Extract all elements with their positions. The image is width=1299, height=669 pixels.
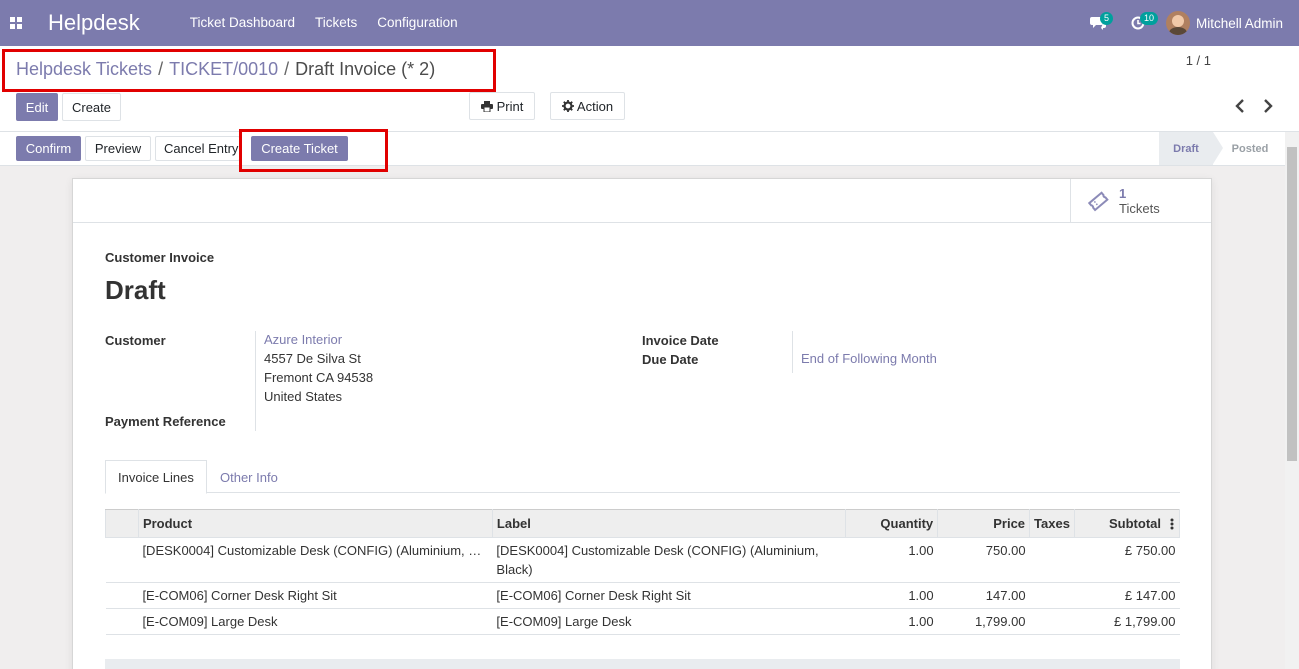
table-footer-bar	[105, 659, 1180, 669]
tickets-label: Tickets	[1119, 201, 1160, 216]
stage-posted[interactable]: Posted	[1222, 132, 1278, 165]
app-brand[interactable]: Helpdesk	[48, 10, 140, 36]
activity-count-badge: 10	[1139, 12, 1158, 25]
table-row[interactable]: [E-COM06] Corner Desk Right Sit [E-COM06…	[105, 582, 1180, 609]
customer-label: Customer	[105, 333, 166, 348]
invoice-title: Draft	[105, 275, 166, 305]
tickets-smart-button[interactable]: 1 Tickets	[1070, 179, 1211, 223]
column-price[interactable]: Price	[937, 509, 1031, 538]
stage-draft[interactable]: Draft	[1159, 132, 1223, 165]
invoice-type: Customer Invoice	[105, 250, 215, 265]
table-row[interactable]: [DESK0004] Customizable Desk (CONFIG) (A…	[105, 537, 1180, 583]
pager-next-button[interactable]	[1260, 98, 1276, 114]
top-navbar: Helpdesk Ticket Dashboard Tickets Config…	[0, 0, 1299, 46]
line-subtotal: £ 750.00	[1074, 537, 1180, 583]
print-label: Print	[496, 98, 524, 114]
scrollbar-thumb[interactable]	[1287, 147, 1297, 461]
invoice-lines-table: Product Label Quantity Price Taxes Subto…	[105, 509, 1180, 635]
line-quantity[interactable]: 1.00	[845, 537, 938, 583]
line-quantity[interactable]: 1.00	[845, 582, 938, 609]
action-button[interactable]: Action	[550, 92, 625, 120]
line-subtotal: £ 147.00	[1074, 582, 1180, 609]
invoice-date-label: Invoice Date	[642, 333, 719, 348]
column-taxes[interactable]: Taxes	[1029, 509, 1076, 538]
user-name: Mitchell Admin	[1195, 15, 1283, 31]
print-icon	[480, 100, 493, 112]
menu-configuration[interactable]: Configuration	[367, 0, 467, 46]
payment-reference-label: Payment Reference	[105, 414, 226, 429]
activity-menu[interactable]: 10	[1118, 0, 1158, 46]
line-label[interactable]: [E-COM09] Large Desk	[492, 608, 846, 635]
invoice-form-sheet: 1 Tickets Customer Invoice Draft Custome…	[72, 178, 1212, 669]
confirm-button[interactable]: Confirm	[16, 136, 81, 161]
line-price[interactable]: 1,799.00	[937, 608, 1030, 635]
line-product[interactable]: [E-COM09] Large Desk	[138, 608, 493, 635]
line-price[interactable]: 147.00	[937, 582, 1030, 609]
preview-button[interactable]: Preview	[85, 136, 151, 161]
line-taxes[interactable]	[1029, 582, 1075, 609]
line-quantity[interactable]: 1.00	[845, 608, 938, 635]
pager-value[interactable]: 1 / 1	[1186, 53, 1211, 68]
line-taxes[interactable]	[1029, 608, 1075, 635]
customer-address-street: 4557 De Silva St	[264, 351, 361, 366]
chat-count-badge: 5	[1099, 12, 1113, 25]
menu-tickets[interactable]: Tickets	[305, 0, 367, 46]
line-price[interactable]: 750.00	[937, 537, 1030, 583]
breadcrumb-highlight	[2, 49, 496, 92]
user-menu[interactable]: Mitchell Admin	[1165, 11, 1283, 35]
handle-column-header	[105, 509, 139, 538]
create-ticket-highlight	[239, 129, 388, 172]
due-date-label: Due Date	[642, 352, 699, 367]
apps-menu-icon[interactable]	[0, 0, 32, 46]
messaging-menu[interactable]: 5	[1078, 0, 1118, 46]
smart-button-box: 1 Tickets	[73, 179, 1211, 223]
line-product[interactable]: [DESK0004] Customizable Desk (CONFIG) (A…	[138, 537, 493, 583]
column-label[interactable]: Label	[491, 509, 847, 538]
line-label[interactable]: [DESK0004] Customizable Desk (CONFIG) (A…	[492, 537, 846, 583]
create-button[interactable]: Create	[62, 93, 121, 121]
notebook-tabs: Invoice Lines Other Info	[105, 460, 1180, 494]
chevron-left-icon	[1235, 99, 1244, 113]
customer-address-country: United States	[264, 389, 343, 404]
tab-invoice-lines[interactable]: Invoice Lines	[105, 460, 207, 494]
due-date-value[interactable]: End of Following Month	[801, 349, 937, 368]
line-subtotal: £ 1,799.00	[1074, 608, 1180, 635]
print-button[interactable]: Print	[469, 92, 535, 120]
tickets-count: 1	[1119, 186, 1127, 201]
gear-icon	[561, 100, 574, 112]
avatar	[1165, 11, 1190, 35]
column-subtotal[interactable]: Subtotal	[1109, 516, 1161, 531]
pager-previous-button[interactable]	[1232, 98, 1248, 114]
ticket-icon	[1087, 191, 1109, 212]
column-product[interactable]: Product	[137, 509, 493, 538]
menu-ticket-dashboard[interactable]: Ticket Dashboard	[180, 0, 305, 46]
action-label: Action	[576, 98, 614, 114]
table-row[interactable]: [E-COM09] Large Desk [E-COM09] Large Des…	[105, 608, 1180, 635]
edit-button[interactable]: Edit	[16, 93, 58, 121]
optional-columns-icon[interactable]	[1170, 518, 1174, 530]
line-label[interactable]: [E-COM06] Corner Desk Right Sit	[492, 582, 846, 609]
customer-address-city: Fremont CA 94538	[264, 370, 374, 385]
column-quantity[interactable]: Quantity	[845, 509, 939, 538]
line-taxes[interactable]	[1029, 537, 1075, 583]
tab-other-info[interactable]: Other Info	[208, 460, 290, 494]
line-product[interactable]: [E-COM06] Corner Desk Right Sit	[138, 582, 493, 609]
cancel-entry-button[interactable]: Cancel Entry	[155, 136, 240, 161]
chevron-right-icon	[1264, 99, 1273, 113]
customer-name-link[interactable]: Azure Interior	[264, 330, 342, 349]
